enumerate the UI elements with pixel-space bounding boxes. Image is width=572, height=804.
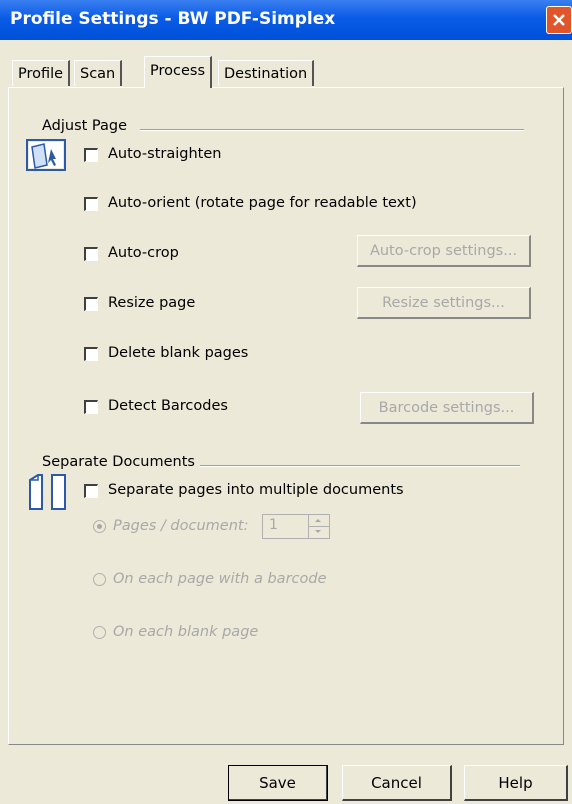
- pages-per-document-spinner[interactable]: 1: [262, 514, 330, 539]
- tab-process[interactable]: Process: [144, 56, 213, 88]
- separate-pages-label: Separate pages into multiple documents: [108, 482, 404, 498]
- pages-per-document-value: 1: [269, 517, 278, 533]
- window-title: Profile Settings - BW PDF-Simplex: [10, 9, 336, 29]
- on-blank-radio[interactable]: [93, 626, 106, 639]
- tab-destination[interactable]: Destination: [218, 60, 315, 86]
- save-button[interactable]: Save: [228, 765, 328, 801]
- on-barcode-label: On each page with a barcode: [113, 571, 327, 587]
- auto-crop-label: Auto-crop: [108, 245, 179, 261]
- auto-straighten-label: Auto-straighten: [108, 146, 222, 162]
- detect-barcodes-checkbox[interactable]: [84, 400, 98, 414]
- spin-down-arrow-icon[interactable]: [309, 527, 329, 538]
- auto-orient-label: Auto-orient (rotate page for readable te…: [108, 195, 417, 211]
- delete-blank-label: Delete blank pages: [108, 345, 249, 361]
- barcode-settings-button[interactable]: Barcode settings...: [360, 392, 534, 424]
- resize-page-label: Resize page: [108, 295, 196, 311]
- adjust-page-icon: [26, 139, 66, 171]
- on-barcode-radio[interactable]: [93, 573, 106, 586]
- resize-settings-button[interactable]: Resize settings...: [357, 287, 531, 319]
- adjust-page-label: Adjust Page: [42, 118, 128, 134]
- separate-pages-checkbox[interactable]: [84, 484, 98, 498]
- pages-per-document-radio[interactable]: [93, 520, 106, 533]
- separate-documents-label: Separate Documents: [42, 454, 195, 470]
- spin-up-arrow-icon[interactable]: [309, 515, 329, 527]
- cancel-button[interactable]: Cancel: [342, 765, 452, 801]
- detect-barcodes-label: Detect Barcodes: [108, 398, 228, 414]
- separate-documents-divider: [200, 465, 520, 467]
- resize-page-checkbox[interactable]: [84, 297, 98, 311]
- title-bar: Profile Settings - BW PDF-Simplex: [0, 0, 572, 40]
- auto-straighten-checkbox[interactable]: [84, 148, 98, 162]
- separate-documents-icon: [29, 474, 66, 510]
- auto-orient-checkbox[interactable]: [84, 197, 98, 211]
- close-icon: [553, 14, 565, 26]
- adjust-page-divider: [140, 129, 524, 131]
- on-blank-label: On each blank page: [113, 624, 259, 640]
- tab-profile[interactable]: Profile: [12, 60, 71, 86]
- pages-per-document-label: Pages / document:: [113, 518, 249, 534]
- auto-crop-settings-button[interactable]: Auto-crop settings...: [357, 235, 531, 267]
- close-button[interactable]: [546, 6, 572, 34]
- auto-crop-checkbox[interactable]: [84, 247, 98, 261]
- tab-scan[interactable]: Scan: [74, 60, 123, 86]
- delete-blank-checkbox[interactable]: [84, 347, 98, 361]
- help-button[interactable]: Help: [464, 765, 568, 801]
